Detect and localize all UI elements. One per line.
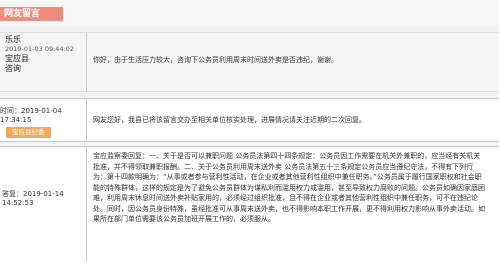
reply-2-body: 宝应监察委回复：一、关于是否可以兼职问题 公务员法第四十四条规定：公务员因工作需… (86, 147, 493, 261)
reply-row-2: 答复：2019-01-14 14:52:53 宝应监察委回复：一、关于是否可以兼… (0, 146, 499, 261)
reply-1-content: 网友您好，我县已将该留言交办至相关单位核实处理，进展情况请关注近期的二次回复。 (93, 116, 366, 124)
department-tag[interactable]: 宝应县纪委 (6, 127, 51, 138)
question-type: 咨询 (5, 64, 21, 73)
reply-2-time: 答复：2019-01-14 14:52:53 (2, 190, 64, 207)
question-body: 你好，由于生活压力较大，咨询下公务员利用周末时间送外卖是否违纪，谢谢。 (86, 33, 493, 91)
header-bar: 网友留言 (0, 0, 499, 27)
author-name: 乐乐 (5, 35, 21, 44)
reply-1-body: 网友您好，我县已将该留言交办至相关单位核实处理，进展情况请关注近期的二次回复。 (86, 99, 493, 141)
question-place: 宝应县 (5, 54, 29, 63)
reply-1-info: 时间：2019-01-04 17:34:15 宝应县纪委 (0, 99, 86, 141)
question-time: 2019-01-03 09:44:02 (5, 45, 75, 53)
section-title-badge: 网友留言 (0, 7, 63, 21)
question-content: 你好，由于生活压力较大，咨询下公务员利用周末时间送外卖是否违纪，谢谢。 (93, 56, 338, 64)
reply-2-info: 答复：2019-01-14 14:52:53 (0, 147, 86, 261)
reply-row-1: 时间：2019-01-04 17:34:15 宝应县纪委 网友您好，我县已将该留… (0, 98, 499, 142)
question-author-info: 乐乐 2019-01-03 09:44:02 宝应县 咨询 (0, 33, 86, 91)
reply-2-content: 宝应监察委回复：一、关于是否可以兼职问题 公务员法第四十四条规定：公务员因工作需… (93, 152, 485, 223)
question-row: 乐乐 2019-01-03 09:44:02 宝应县 咨询 你好，由于生活压力较… (0, 32, 499, 92)
reply-1-time: 时间：2019-01-04 17:34:15 (0, 107, 62, 124)
